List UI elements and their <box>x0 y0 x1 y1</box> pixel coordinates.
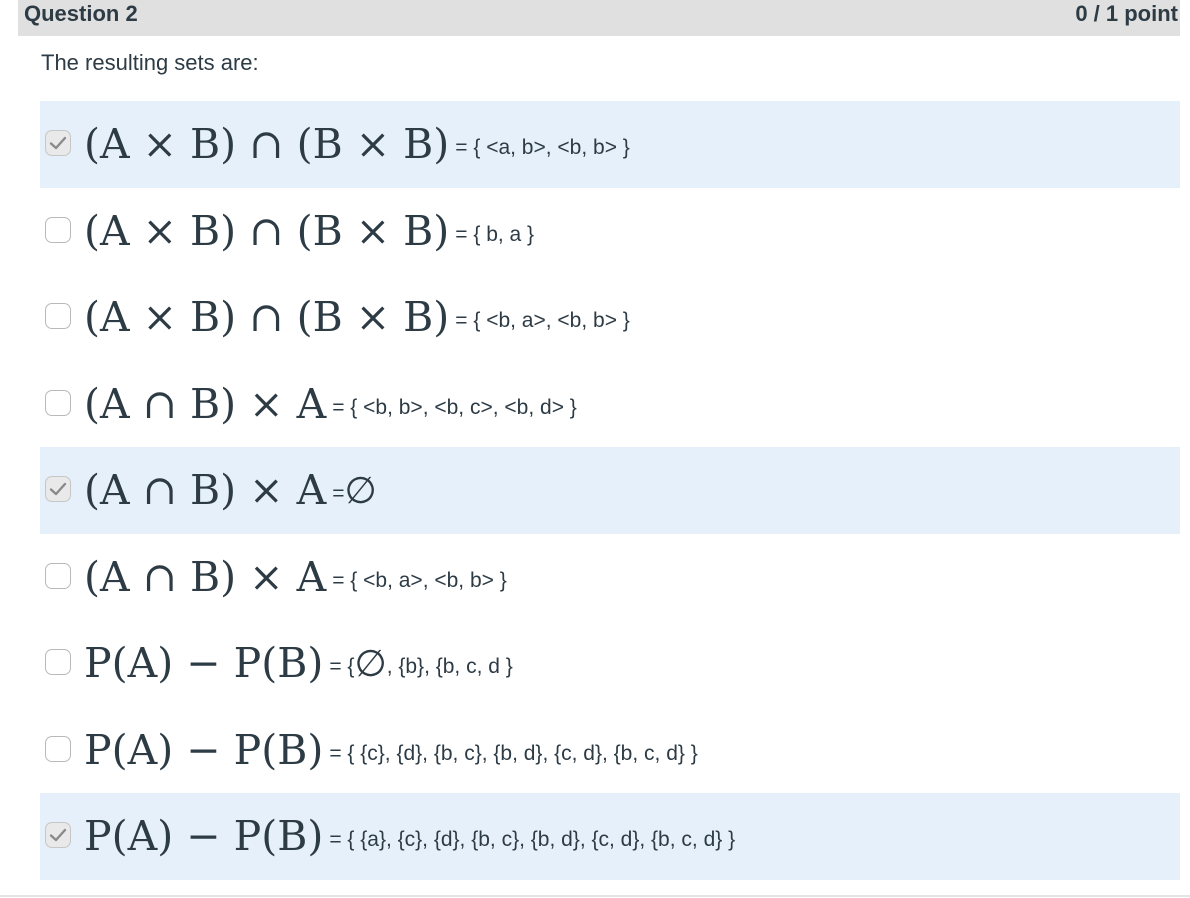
set-value: = { {c}, {d}, {b, c}, {b, d}, {c, d}, {b… <box>329 741 698 765</box>
empty-set-symbol: ∅ <box>354 641 387 685</box>
answer-option-label: (A ∩ B) × A = { <b, a>, <b, b> } <box>84 534 507 620</box>
set-value: = <box>332 482 345 505</box>
set-value: = { b, a } <box>455 222 535 246</box>
answer-option-label: P(A) − P(B) = { {a}, {c}, {d}, {b, c}, {… <box>84 793 735 879</box>
answer-option-label: P(A) − P(B) = { ∅ , {b}, {b, c, d } <box>84 620 513 706</box>
checkbox[interactable] <box>45 476 71 502</box>
set-value: = { <b, a>, <b, b> } <box>332 568 507 592</box>
set-value: = { <a, b>, <b, b> } <box>455 136 630 159</box>
answer-option-label: (A ∩ B) × A = { <b, b>, <b, c>, <b, d> } <box>84 361 577 447</box>
answer-option[interactable]: (A × B) ∩ (B × B) = { <b, a>, <b, b> } <box>40 274 1180 361</box>
math-expression: (A × B) ∩ (B × B) <box>84 206 450 255</box>
answer-option-label: (A × B) ∩ (B × B) = { <b, a>, <b, b> } <box>84 274 630 360</box>
math-expression: P(A) − P(B) <box>84 725 324 774</box>
answer-option[interactable]: (A × B) ∩ (B × B) = { <a, b>, <b, b> } <box>40 101 1180 188</box>
answer-option[interactable]: P(A) − P(B) = { {a}, {c}, {d}, {b, c}, {… <box>40 793 1180 880</box>
answer-option[interactable]: (A ∩ B) × A = ∅ <box>40 447 1180 534</box>
answer-option-label: (A × B) ∩ (B × B) = { b, a } <box>84 188 534 274</box>
checkbox[interactable] <box>45 389 71 416</box>
empty-set-symbol: ∅ <box>344 468 377 512</box>
set-value: = { <b, b>, <b, c>, <b, d> } <box>332 395 577 419</box>
checkbox[interactable] <box>45 130 71 156</box>
checkbox[interactable] <box>45 303 71 329</box>
question-prompt: The resulting sets are: <box>41 50 259 75</box>
question-title: Question 2 <box>24 1 138 26</box>
set-value: = { <box>329 655 355 678</box>
answer-option-label: (A × B) ∩ (B × B) = { <a, b>, <b, b> } <box>84 101 630 187</box>
answer-option[interactable]: (A ∩ B) × A = { <b, b>, <b, c>, <b, d> } <box>40 361 1180 448</box>
question-header: Question 2 0 / 1 point <box>18 0 1180 36</box>
divider <box>0 895 1190 897</box>
checkbox[interactable] <box>45 562 71 589</box>
set-value: = { {a}, {c}, {d}, {b, c}, {b, d}, {c, d… <box>329 828 736 851</box>
math-expression: P(A) − P(B) <box>84 812 324 860</box>
math-expression: (A ∩ B) × A <box>84 466 327 514</box>
checkbox[interactable] <box>45 735 71 762</box>
math-expression: (A × B) ∩ (B × B) <box>84 120 450 168</box>
answer-option[interactable]: P(A) − P(B) = { ∅ , {b}, {b, c, d } <box>40 620 1180 707</box>
checkmark-icon <box>49 482 67 496</box>
math-expression: (A ∩ B) × A <box>84 552 327 601</box>
answer-option-label: P(A) − P(B) = { {c}, {d}, {b, c}, {b, d}… <box>84 707 698 793</box>
math-expression: (A × B) ∩ (B × B) <box>84 293 450 341</box>
answer-options-list: (A × B) ∩ (B × B) = { <a, b>, <b, b> } (… <box>40 101 1180 880</box>
checkbox[interactable] <box>45 216 71 243</box>
answer-option[interactable]: P(A) − P(B) = { {c}, {d}, {b, c}, {b, d}… <box>40 707 1180 794</box>
checkmark-icon <box>49 136 67 150</box>
checkmark-icon <box>49 828 67 842</box>
answer-option[interactable]: (A × B) ∩ (B × B) = { b, a } <box>40 188 1180 275</box>
question-points: 0 / 1 point <box>1075 1 1178 26</box>
set-value: = { <b, a>, <b, b> } <box>455 309 630 332</box>
checkbox[interactable] <box>45 822 71 848</box>
answer-option[interactable]: (A ∩ B) × A = { <b, a>, <b, b> } <box>40 534 1180 621</box>
math-expression: (A ∩ B) × A <box>84 379 327 428</box>
answer-option-label: (A ∩ B) × A = ∅ <box>84 447 377 533</box>
set-value-tail: , {b}, {b, c, d } <box>386 655 513 678</box>
math-expression: P(A) − P(B) <box>84 639 324 687</box>
checkbox[interactable] <box>45 649 71 675</box>
